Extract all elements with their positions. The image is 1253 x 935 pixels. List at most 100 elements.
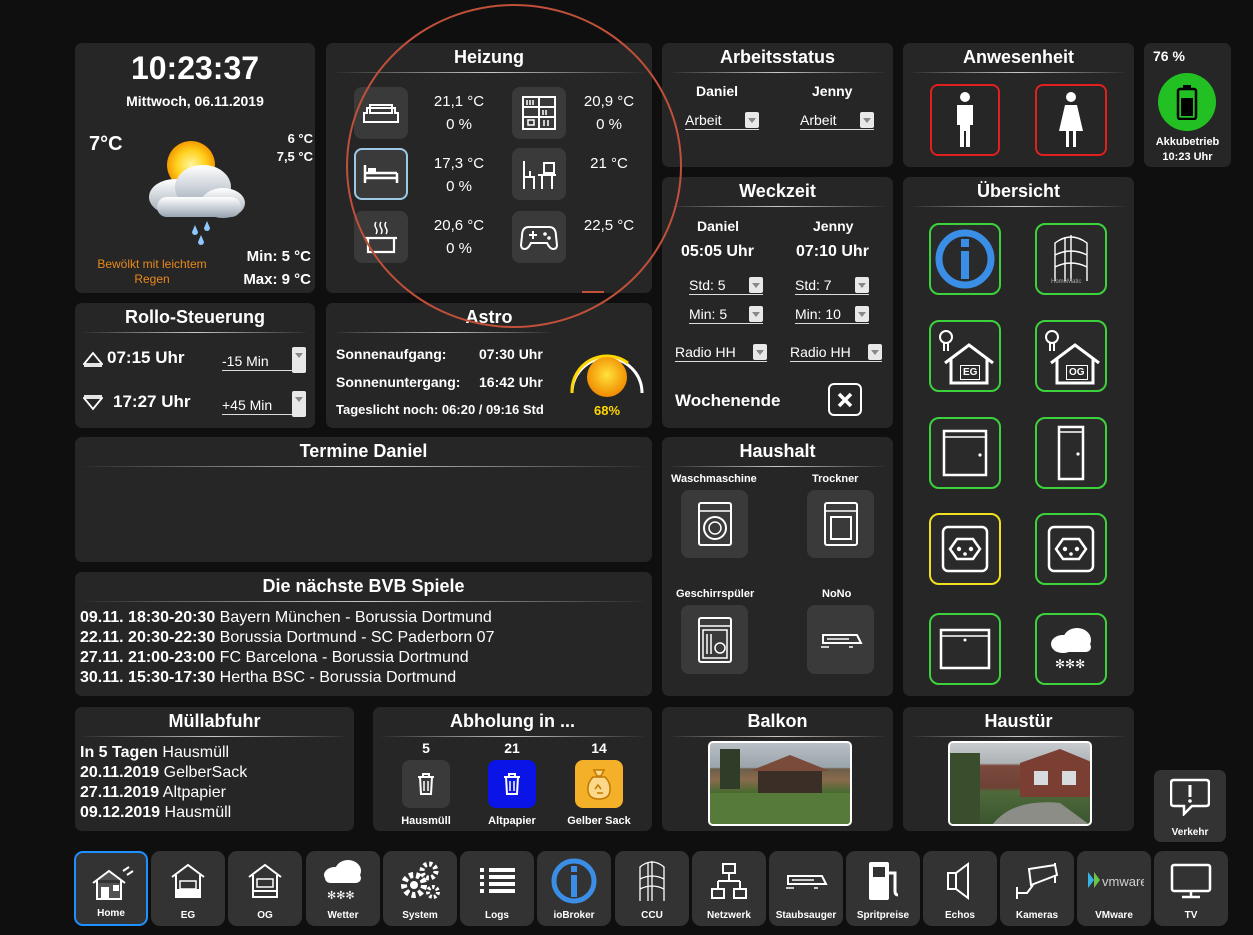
hausmuell-bin[interactable] [402,760,450,808]
balkon-panel: Balkon [662,707,893,831]
muell-date: In 5 Tagen [80,744,158,761]
nav-wetter[interactable]: ✻✻✻ Wetter [306,851,380,926]
nav-staubsauger[interactable]: Staubsauger [769,851,843,926]
presence-jenny[interactable] [1035,84,1107,156]
rollo-up-time: 07:15 Uhr [107,348,185,367]
chevron-down-icon [292,347,306,373]
dishwasher-icon [697,616,732,663]
uebersicht-title: Übersicht [976,181,1061,201]
heizung-room-shelf[interactable] [512,87,566,139]
overview-door[interactable] [1035,417,1107,489]
svg-text:✻✻✻: ✻✻✻ [327,889,355,902]
weckzeit-min-daniel[interactable]: Min: 5 [689,306,763,324]
rollo-down-offset[interactable]: +45 Min [222,391,306,417]
muell-type: Altpapier [162,784,226,801]
nav-eg[interactable]: EG [151,851,225,926]
weckzeit-std-jenny[interactable]: Std: 7 [795,277,869,295]
weckzeit-time-jenny: 07:10 Uhr [796,243,869,260]
weckzeit-min-jenny[interactable]: Min: 10 [795,306,869,324]
daylight-remaining: Tageslicht noch: 06:20 / 09:16 Std [336,402,544,417]
verkehr-button[interactable]: Verkehr [1154,770,1226,842]
nav-home[interactable]: Home [74,851,148,926]
nav-ccu[interactable]: CCU [615,851,689,926]
heizung-valve-3: 0 % [446,178,472,195]
rollo-title: Rollo-Steuerung [125,307,265,327]
arbeitsstatus-panel: Arbeitsstatus Daniel Jenny Arbeit Arbeit [662,43,893,167]
nav-logs[interactable]: Logs [460,851,534,926]
balkon-camera-image[interactable] [708,741,852,826]
security-camera-icon [1016,863,1059,899]
geschirrspueler-button[interactable] [681,605,748,674]
rollo-up-offset-value: -15 Min [222,353,269,369]
heizung-panel: Heizung 21,1 °C 0 % 20,9 °C 0 % 17,3 °C … [326,43,652,293]
heizung-room-sofa[interactable] [354,87,408,139]
close-icon [837,392,853,407]
overview-weather[interactable]: ✻✻✻ [1035,613,1107,685]
battery-button[interactable] [1158,73,1216,131]
overview-socket-1[interactable] [929,513,1001,585]
weckzeit-std-daniel[interactable]: Std: 5 [689,277,763,295]
wochenende-toggle[interactable] [828,383,862,416]
desk-icon [523,161,556,189]
arbeitsstatus-select-jenny[interactable]: Arbeit [800,112,874,130]
temperature-a: 6 °C [287,131,313,146]
overview-window[interactable] [929,417,1001,489]
weckzeit-radio-daniel[interactable]: Radio HH [675,344,767,362]
heizung-temp-4: 21 °C [590,155,628,172]
weckzeit-radio-jenny[interactable]: Radio HH [790,344,882,362]
muell-title: Müllabfuhr [168,711,261,731]
nav-vmware[interactable]: vmware VMware [1077,851,1151,926]
sun-gauge-icon [570,354,644,397]
altpapier-bin[interactable] [488,760,536,808]
overview-og-lights[interactable]: OG [1035,320,1107,392]
title-divider [670,72,885,73]
arbeitsstatus-person-daniel: Daniel [696,83,739,99]
nav-kameras[interactable]: Kameras [1000,851,1074,926]
muell-date: 09.12.2019 [80,804,161,821]
weckzeit-std-jenny-value: Std: 7 [795,277,832,293]
trockner-button[interactable] [807,490,874,558]
nav-tv[interactable]: TV [1154,851,1228,926]
washing-machine-icon [697,502,732,546]
chevron-down-icon [855,306,869,322]
list-item: 09.11. 18:30-20:30 Bayern München - Boru… [80,608,494,628]
power-socket-icon [1047,525,1095,573]
waschmaschine-button[interactable] [681,490,748,558]
nav-spritpreise[interactable]: Spritpreise [846,851,920,926]
rollo-up-offset[interactable]: -15 Min [222,347,306,373]
nono-button[interactable] [807,605,874,674]
heizung-room-kitchen[interactable] [354,211,408,263]
haustuer-camera-image[interactable] [948,741,1092,826]
nav-echos[interactable]: Echos [923,851,997,926]
muell-list: In 5 Tagen Hausmüll 20.11.2019 GelberSac… [80,743,247,823]
nav-label: Echos [944,910,975,921]
muell-date: 27.11.2019 [80,784,160,801]
nav-label: ioBroker [553,910,595,921]
title-divider [911,72,1126,73]
nav-og[interactable]: OG [228,851,302,926]
nav-system[interactable]: System [383,851,457,926]
heizung-room-bed[interactable] [354,148,408,200]
heizung-room-desk[interactable] [512,148,566,200]
arbeitsstatus-select-daniel[interactable]: Arbeit [685,112,759,130]
abholung-title: Abholung in ... [450,711,575,731]
overview-homematic[interactable]: HomeMatic [1035,223,1107,295]
title-divider [911,736,1126,737]
trockner-label: Trockner [812,473,859,485]
presence-daniel[interactable] [930,84,1000,156]
overview-garage[interactable] [929,613,1001,685]
overview-iobroker[interactable] [929,223,1001,295]
title-divider [670,736,885,737]
heizung-room-game[interactable] [512,211,566,263]
muell-type: GelberSack [163,764,248,781]
gelbersack-bin[interactable] [575,760,623,808]
nav-iobroker[interactable]: ioBroker [537,851,611,926]
overview-socket-2[interactable] [1035,513,1107,585]
rollo-panel: Rollo-Steuerung 07:15 Uhr -15 Min 17:27 … [75,303,315,428]
nav-netzwerk[interactable]: Netzwerk [692,851,766,926]
overview-eg-lights[interactable]: EG [929,320,1001,392]
arrow-up-icon [83,351,103,367]
list-item: 27.11.2019 Altpapier [80,783,247,803]
trash-icon [418,773,434,795]
astro-title: Astro [465,307,513,327]
